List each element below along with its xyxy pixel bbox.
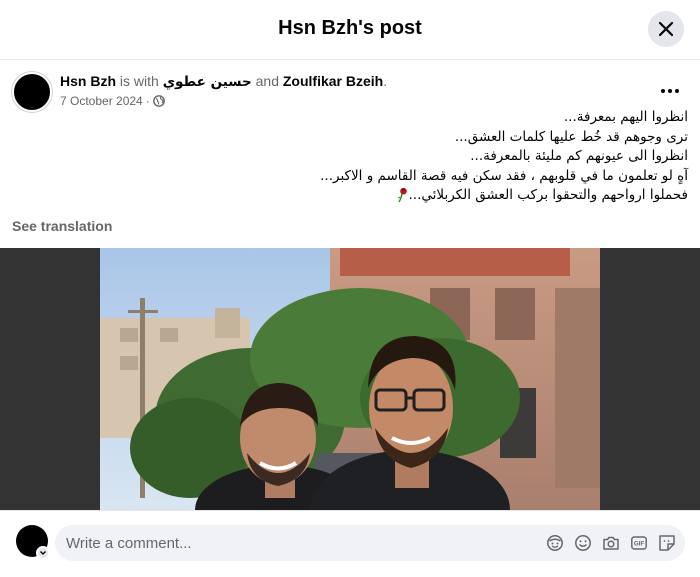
svg-text:GIF: GIF <box>634 541 645 548</box>
post-media <box>0 248 700 510</box>
post-line-4: آهٍ لو تعلمون ما في قلوبهم ، فقد سكن فيه… <box>320 167 688 184</box>
comment-tools: GIF <box>545 533 677 553</box>
chevron-down-icon <box>40 551 46 555</box>
comment-box[interactable]: GIF <box>55 525 685 561</box>
camera-button[interactable] <box>601 533 621 553</box>
photo-illustration <box>100 248 600 510</box>
date-separator: · <box>145 94 150 108</box>
post-line-2: ترى وجوهم قد خُط عليها كلمات العشق... <box>454 128 688 145</box>
post-author-line: Hsn Bzh is with حسين عطوي and Zoulfikar … <box>60 73 387 90</box>
comment-input[interactable] <box>66 525 536 561</box>
tagged-suffix: . <box>383 73 388 89</box>
author-avatar[interactable] <box>12 72 52 112</box>
post-line-5-text: فحملوا ارواحهم والتحقوا بركب العشق الكرب… <box>408 187 688 204</box>
post-line-3: انظروا الى عيونهم كم مليئة بالمعرفة... <box>470 148 688 165</box>
close-button[interactable] <box>648 11 684 47</box>
comment-composer: GIF <box>0 510 700 577</box>
post-line-5: فحملوا ارواحهم والتحقوا بركب العشق الكرب… <box>12 186 688 206</box>
gif-button[interactable]: GIF <box>629 533 649 553</box>
and-text: and <box>255 73 279 89</box>
emoji-button[interactable] <box>573 533 593 553</box>
avatar-sticker-icon <box>547 535 563 551</box>
close-icon <box>658 21 674 37</box>
post-text: انظروا اليهم بمعرفة... ترى وجوهم قد خُط … <box>12 108 688 206</box>
tagged-user-2-link[interactable]: Zoulfikar Bzeih <box>283 73 383 89</box>
avatar-sticker-button[interactable] <box>545 533 565 553</box>
post-date-link[interactable]: 7 October 2024 <box>60 94 143 108</box>
post-dialog-header: Hsn Bzh's post <box>0 0 700 60</box>
post-photo[interactable] <box>100 248 600 510</box>
sticker-icon <box>659 535 675 551</box>
globe-icon[interactable] <box>152 95 165 107</box>
post-date-line: 7 October 2024 · <box>60 94 165 108</box>
see-translation-link[interactable]: See translation <box>12 218 112 234</box>
camera-icon <box>603 536 619 550</box>
tagged-user-1-link[interactable]: حسين عطوي <box>163 74 252 90</box>
avatar-dropdown-badge[interactable] <box>36 546 50 560</box>
dialog-title: Hsn Bzh's post <box>278 17 422 39</box>
more-dots-icon <box>661 89 665 93</box>
sticker-button[interactable] <box>657 533 677 553</box>
author-name-link[interactable]: Hsn Bzh <box>60 73 116 89</box>
emoji-icon <box>575 535 591 551</box>
post-line-1: انظروا اليهم بمعرفة... <box>563 109 688 125</box>
with-text: is with <box>119 73 159 89</box>
more-options-button[interactable] <box>652 78 688 104</box>
wilted-rose-icon <box>397 188 407 203</box>
gif-icon: GIF <box>631 536 647 550</box>
